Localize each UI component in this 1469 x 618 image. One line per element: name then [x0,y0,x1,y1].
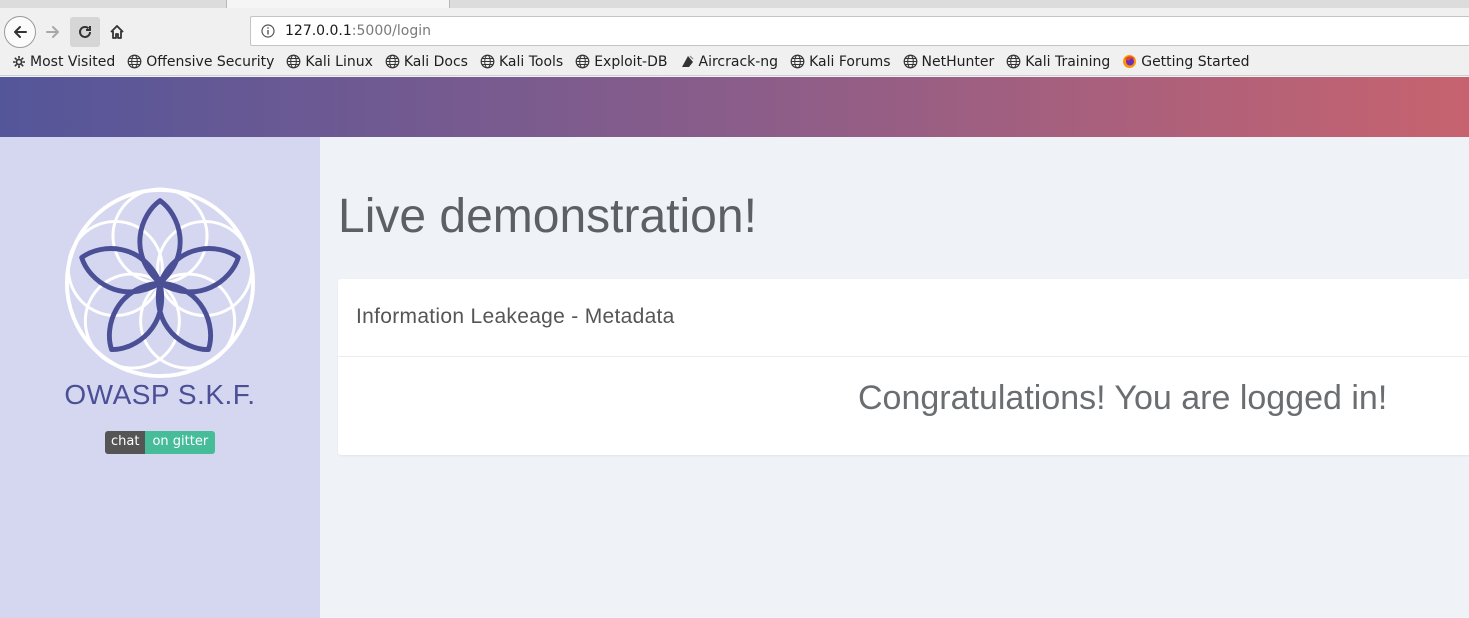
globe-icon [480,54,495,69]
url-path: :5000/login [351,23,431,39]
bookmark-aircrack-ng[interactable]: Aircrack-ng [680,53,779,70]
bookmark-kali-training[interactable]: Kali Training [1006,54,1110,70]
arrow-right-icon [46,26,59,38]
active-tab[interactable] [226,0,450,8]
home-icon [110,25,124,39]
bookmark-label: Kali Forums [809,53,891,70]
bookmark-label: Kali Linux [305,53,373,70]
tab-strip [0,0,1469,8]
globe-icon [385,54,400,69]
bookmark-kali-linux[interactable]: Kali Linux [286,53,373,70]
bookmark-label: Exploit-DB [594,53,668,70]
sidebar: OWASP S.K.F. chat on gitter [0,137,320,618]
bookmark-label: Getting Started [1141,53,1250,70]
badge-label: chat [105,431,146,454]
bookmark-label: Aircrack-ng [698,53,779,70]
bookmark-label: Offensive Security [146,53,275,70]
brand-name: OWASP S.K.F. [64,379,256,410]
page-title: Live demonstration! [338,190,757,243]
bookmark-kali-tools[interactable]: Kali Tools [480,54,563,70]
address-bar[interactable]: 127.0.0.1:5000/login [250,16,1469,46]
globe-icon [790,54,805,69]
reload-button[interactable] [70,17,100,47]
globe-icon [287,54,301,69]
card-header: Information Leakeage - Metadata [338,279,1469,357]
globe-icon [903,54,917,69]
bookmark-kali-docs[interactable]: Kali Docs [385,54,468,70]
reload-icon [79,25,91,38]
bookmarks-toolbar: Most Visited Offensive Security Kali Lin… [0,48,1469,76]
challenge-card: Information Leakeage - Metadata Congratu… [338,279,1469,455]
bookmark-label: Kali Tools [498,53,564,70]
info-icon[interactable] [261,24,275,38]
login-success-message: Congratulations! You are logged in! [858,379,1388,417]
navigation-toolbar: 127.0.0.1:5000/login [0,8,1469,48]
bookmark-label: Kali Docs [403,53,468,70]
globe-icon [575,54,590,69]
arrow-left-icon [14,26,27,38]
back-button[interactable] [4,16,36,48]
globe-icon [127,54,142,69]
globe-icon [1006,54,1021,69]
card-title: Information Leakeage - Metadata [356,305,675,328]
forward-button[interactable] [38,17,68,47]
aircrack-icon [681,55,693,67]
bookmark-label: Most Visited [30,53,116,70]
main-content: Live demonstration! Information Leakeage… [320,137,1469,618]
bookmark-offensive-security[interactable]: Offensive Security [127,54,274,70]
gear-icon [13,55,25,68]
bookmark-most-visited[interactable]: Most Visited [12,54,115,70]
bookmark-label: Kali Training [1025,53,1111,70]
owasp-skf-logo [64,187,256,379]
firefox-icon [1123,55,1137,68]
bookmark-label: NetHunter [921,53,995,70]
bookmark-exploit-db[interactable]: Exploit-DB [575,53,668,70]
badge-value: on gitter [145,431,216,454]
home-button[interactable] [102,17,132,47]
header-banner [0,77,1469,137]
bookmark-kali-forums[interactable]: Kali Forums [790,53,891,70]
bookmark-getting-started[interactable]: Getting Started [1122,54,1249,70]
bookmark-nethunter[interactable]: NetHunter [903,53,995,70]
url-host: 127.0.0.1 [285,23,352,39]
gitter-chat-badge[interactable]: chat on gitter [105,431,216,454]
